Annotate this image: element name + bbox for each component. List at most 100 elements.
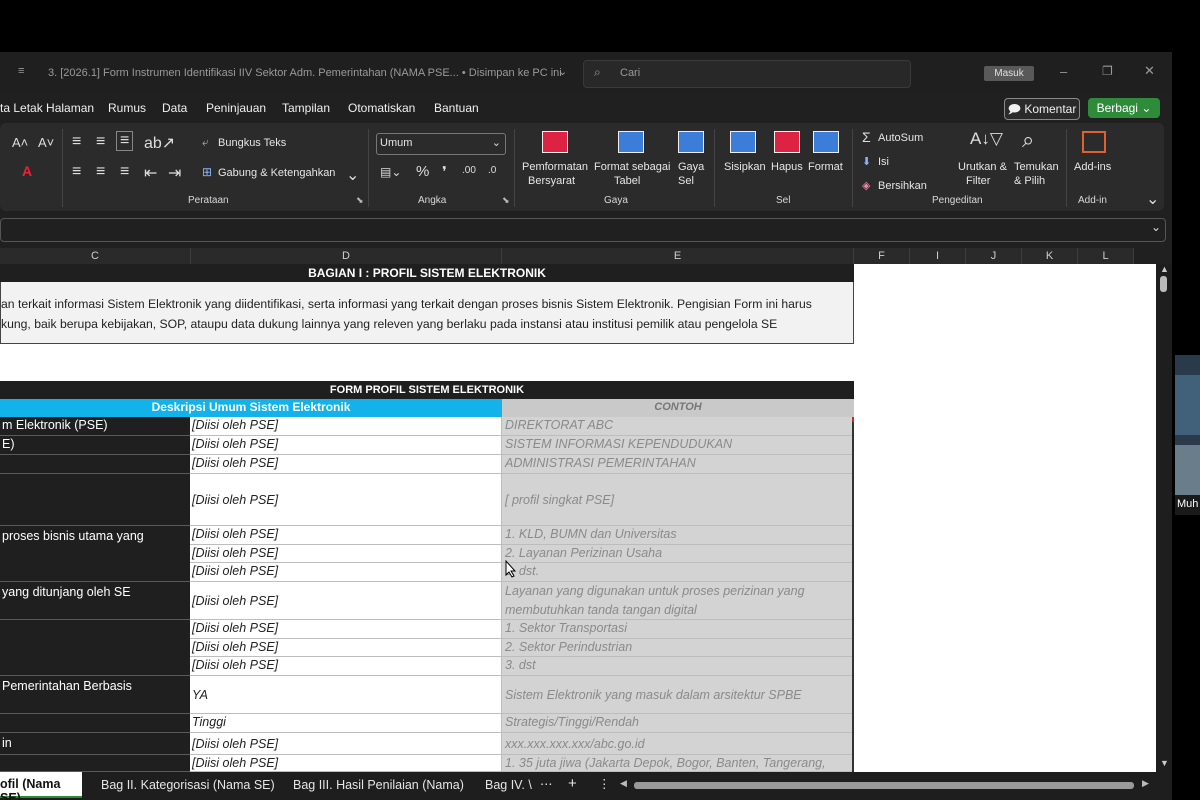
number-format-select[interactable]: Umum ⌄ bbox=[376, 133, 506, 155]
example-cell[interactable]: ADMINISTRASI PEMERINTAHAN bbox=[502, 455, 852, 474]
align-left-icon[interactable]: ≡ bbox=[72, 163, 81, 181]
conditional-formatting-label-2[interactable]: Bersyarat bbox=[528, 175, 575, 188]
input-cell[interactable]: [Diisi oleh PSE] bbox=[190, 639, 502, 657]
format-cells-button[interactable]: Format bbox=[808, 161, 843, 174]
share-button[interactable]: Berbagi ⌄ bbox=[1088, 98, 1160, 118]
restore-icon[interactable]: ❐ bbox=[1102, 64, 1113, 78]
chevron-down-icon[interactable]: ⌄ bbox=[558, 65, 567, 78]
sheet-tab-active[interactable]: ofil (Nama SE) bbox=[0, 772, 82, 800]
example-cell[interactable]: 2. Layanan Perizinan Usaha bbox=[502, 545, 852, 563]
row-label[interactable]: E) bbox=[0, 436, 190, 455]
input-cell[interactable]: [Diisi oleh PSE] bbox=[190, 436, 502, 455]
example-cell[interactable]: Strategis/Tinggi/Rendah bbox=[502, 714, 852, 733]
scrollbar-thumb[interactable] bbox=[1160, 276, 1167, 292]
example-cell[interactable]: 1. Sektor Transportasi bbox=[502, 620, 852, 639]
add-sheet-icon[interactable]: + bbox=[568, 775, 577, 792]
cell-styles-label[interactable]: Gaya bbox=[678, 161, 704, 174]
decrease-indent-icon[interactable]: ⇤ bbox=[144, 163, 157, 183]
increase-font-icon[interactable]: A˄ bbox=[12, 135, 28, 150]
menu-formulas[interactable]: Rumus bbox=[108, 101, 146, 115]
comma-style-icon[interactable]: ❜ bbox=[442, 163, 447, 181]
tab-options-icon[interactable]: ⋮ bbox=[598, 776, 611, 791]
worksheet-grid[interactable]: BAGIAN I : PROFIL SISTEM ELEKTRONIK an t… bbox=[0, 264, 1156, 772]
merge-center-button[interactable]: Gabung & Ketengahkan bbox=[218, 167, 335, 180]
column-header-e[interactable]: E bbox=[502, 248, 854, 264]
conditional-formatting-label[interactable]: Pemformatan bbox=[522, 161, 588, 174]
input-cell[interactable]: [Diisi oleh PSE] bbox=[190, 563, 502, 582]
column-header-f[interactable]: F bbox=[854, 248, 910, 264]
column-header-k[interactable]: K bbox=[1022, 248, 1078, 264]
align-middle-icon[interactable]: ≡ bbox=[96, 133, 105, 151]
column-header-j[interactable]: J bbox=[966, 248, 1022, 264]
currency-icon[interactable]: ▤⌄ bbox=[380, 165, 401, 179]
menu-help[interactable]: Bantuan bbox=[434, 101, 479, 115]
format-as-table-label-2[interactable]: Tabel bbox=[614, 175, 640, 188]
sort-filter-label[interactable]: Urutkan & bbox=[958, 161, 1007, 174]
row-label[interactable]: in bbox=[0, 733, 190, 755]
percent-icon[interactable]: % bbox=[416, 163, 429, 180]
row-label[interactable] bbox=[0, 755, 190, 772]
addins-button[interactable]: Add-ins bbox=[1074, 161, 1111, 174]
chevron-down-icon[interactable]: ⌄ bbox=[1151, 220, 1161, 234]
example-cell[interactable]: 2. Sektor Perindustrian bbox=[502, 639, 852, 657]
minimize-icon[interactable]: – bbox=[1060, 64, 1067, 79]
sheet-tab-bag-iii[interactable]: Bag III. Hasil Penilaian (Nama) bbox=[293, 778, 464, 792]
format-as-table-label[interactable]: Format sebagai bbox=[594, 161, 670, 174]
row-label[interactable] bbox=[0, 455, 190, 474]
clear-button[interactable]: Bersihkan bbox=[878, 180, 927, 193]
example-cell[interactable]: SISTEM INFORMASI KEPENDUDUKAN bbox=[502, 436, 852, 455]
sheet-tab-bag-iv[interactable]: Bag IV. \ bbox=[485, 778, 532, 792]
quick-access-menu-icon[interactable]: ≡ bbox=[18, 65, 24, 77]
column-header-c[interactable]: C bbox=[0, 248, 191, 264]
orientation-icon[interactable]: ab↗ bbox=[144, 133, 175, 153]
input-cell[interactable]: [Diisi oleh PSE] bbox=[190, 474, 502, 526]
example-cell[interactable]: Sistem Elektronik yang masuk dalam arsit… bbox=[502, 676, 852, 714]
search-box[interactable]: ⌕ Cari bbox=[583, 60, 911, 88]
example-cell[interactable]: 1. KLD, BUMN dan Universitas bbox=[502, 526, 852, 545]
find-select-label[interactable]: Temukan bbox=[1014, 161, 1059, 174]
row-label[interactable] bbox=[0, 620, 190, 676]
row-label[interactable]: m Elektronik (PSE) bbox=[0, 417, 190, 436]
input-cell[interactable]: Tinggi bbox=[190, 714, 502, 733]
sort-filter-label-2[interactable]: Filter bbox=[966, 175, 990, 188]
fill-button[interactable]: Isi bbox=[878, 156, 889, 169]
close-icon[interactable]: ✕ bbox=[1144, 63, 1155, 79]
input-cell[interactable]: YA bbox=[190, 676, 502, 714]
example-cell[interactable]: 3. dst bbox=[502, 657, 852, 676]
align-bottom-icon[interactable]: ≡ bbox=[116, 131, 134, 151]
menu-data[interactable]: Data bbox=[162, 101, 187, 115]
example-cell[interactable]: [ profil singkat PSE] bbox=[502, 474, 852, 526]
input-cell[interactable]: [Diisi oleh PSE] bbox=[190, 455, 502, 474]
decrease-decimal-icon[interactable]: .0 bbox=[488, 165, 496, 176]
decrease-font-icon[interactable]: A˅ bbox=[38, 135, 54, 150]
cell-styles-label-2[interactable]: Sel bbox=[678, 175, 694, 188]
input-cell[interactable]: [Diisi oleh PSE] bbox=[190, 657, 502, 676]
menu-page-layout[interactable]: ta Letak Halaman bbox=[0, 101, 94, 115]
row-label[interactable] bbox=[0, 714, 190, 733]
dialog-launcher-icon[interactable]: ⬊ bbox=[502, 195, 510, 206]
more-tabs-icon[interactable]: ⋯ bbox=[540, 776, 553, 791]
input-cell[interactable]: [Diisi oleh PSE] bbox=[190, 582, 502, 620]
row-label[interactable] bbox=[0, 474, 190, 526]
input-cell[interactable]: [Diisi oleh PSE] bbox=[190, 755, 502, 772]
scroll-left-icon[interactable]: ◀ bbox=[620, 778, 627, 789]
example-cell[interactable]: DIREKTORAT ABC bbox=[502, 417, 852, 436]
insert-cells-button[interactable]: Sisipkan bbox=[724, 161, 766, 174]
formula-bar[interactable]: ⌄ bbox=[0, 218, 1166, 242]
column-header-i[interactable]: I bbox=[910, 248, 966, 264]
delete-cells-button[interactable]: Hapus bbox=[771, 161, 803, 174]
sheet-tab-bag-ii[interactable]: Bag II. Kategorisasi (Nama SE) bbox=[101, 778, 275, 792]
input-cell[interactable]: [Diisi oleh PSE] bbox=[190, 526, 502, 545]
align-top-icon[interactable]: ≡ bbox=[72, 133, 81, 151]
comments-button[interactable]: 🗩 Komentar bbox=[1004, 98, 1080, 120]
example-cell[interactable]: Layanan yang digunakan untuk proses peri… bbox=[502, 582, 852, 620]
vertical-scrollbar[interactable]: ▲ ▼ bbox=[1156, 264, 1172, 772]
scroll-up-icon[interactable]: ▲ bbox=[1160, 264, 1169, 274]
align-right-icon[interactable]: ≡ bbox=[120, 163, 129, 181]
align-center-icon[interactable]: ≡ bbox=[96, 163, 105, 181]
scroll-right-icon[interactable]: ▶ bbox=[1142, 778, 1149, 789]
example-cell[interactable]: 3. dst. bbox=[502, 563, 852, 582]
menu-review[interactable]: Peninjauan bbox=[206, 101, 266, 115]
font-color-icon[interactable]: A bbox=[22, 163, 32, 179]
input-cell[interactable]: [Diisi oleh PSE] bbox=[190, 545, 502, 563]
